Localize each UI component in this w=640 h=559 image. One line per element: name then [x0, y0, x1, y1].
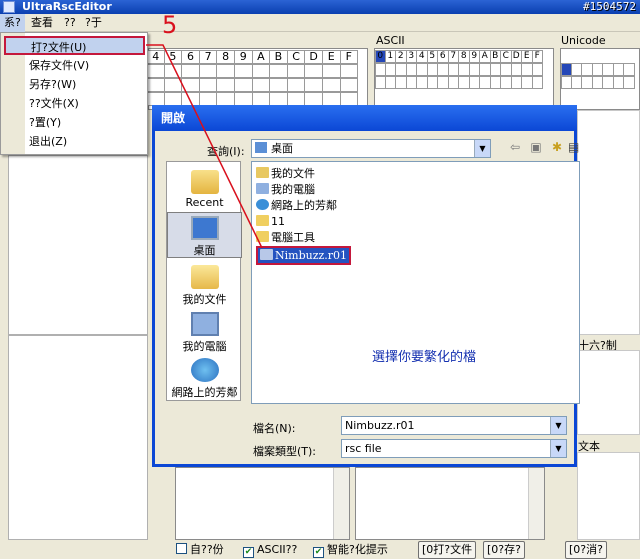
checkbox-label: ASCII??: [257, 543, 298, 556]
checkbox-box: [176, 543, 187, 554]
save-button[interactable]: [0?存?: [483, 541, 525, 559]
auto-backup-checkbox[interactable]: 自??份: [176, 542, 224, 558]
checkbox-label: 自??份: [190, 543, 224, 556]
checkbox-box: ✔: [313, 547, 324, 558]
annotation-arrow-line: [146, 44, 263, 249]
checkbox-box: ✔: [243, 547, 254, 558]
smart-hint-checkbox[interactable]: ✔ 智能?化提示: [313, 542, 388, 558]
cancel-button[interactable]: [0?消?: [565, 541, 607, 559]
ascii-checkbox[interactable]: ✔ ASCII??: [243, 542, 297, 558]
checkbox-label: 智能?化提示: [327, 543, 388, 556]
annotation-overlay: [146, 44, 263, 249]
open-file-button[interactable]: [0打?文件: [418, 541, 477, 559]
